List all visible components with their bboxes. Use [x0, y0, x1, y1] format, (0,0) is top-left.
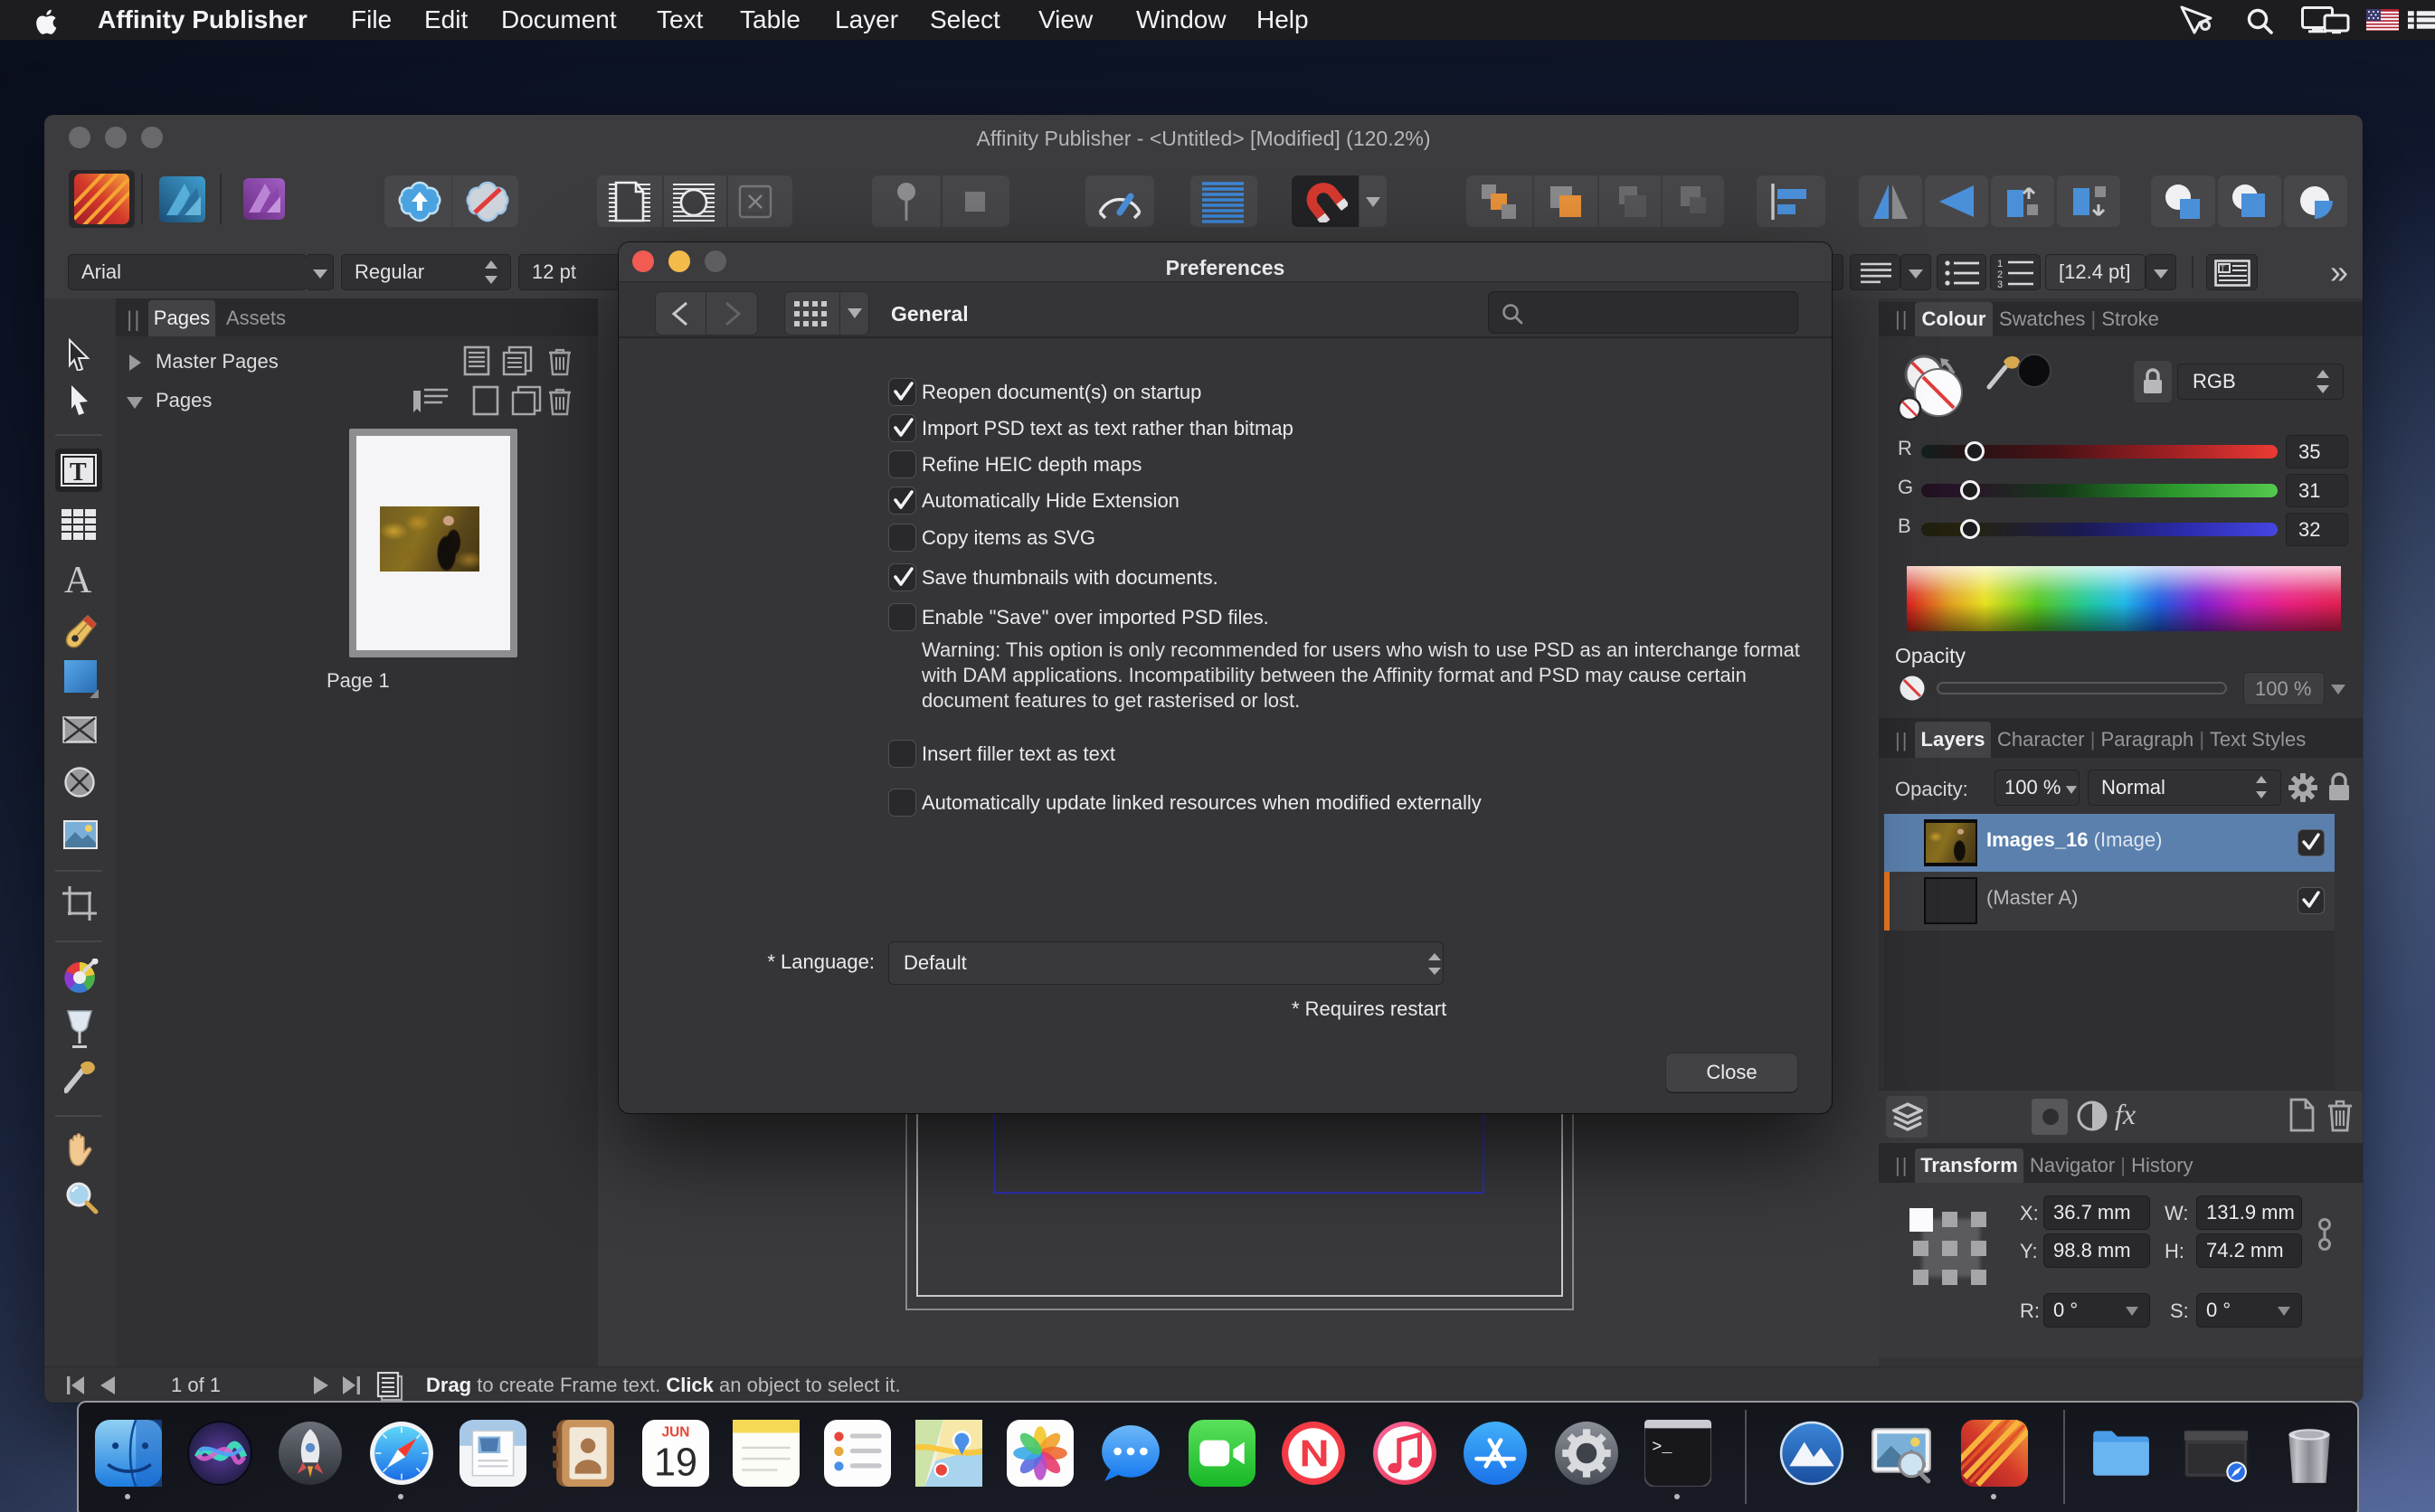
svg-text:T: T: [2221, 264, 2226, 273]
svg-text:3: 3: [1997, 279, 2003, 288]
svg-text:T: T: [70, 458, 87, 487]
svg-text:1: 1: [1997, 259, 2003, 269]
svg-text:19: 19: [654, 1441, 697, 1485]
svg-text:>_: >_: [1652, 1438, 1672, 1457]
svg-text:JUN: JUN: [662, 1425, 690, 1441]
